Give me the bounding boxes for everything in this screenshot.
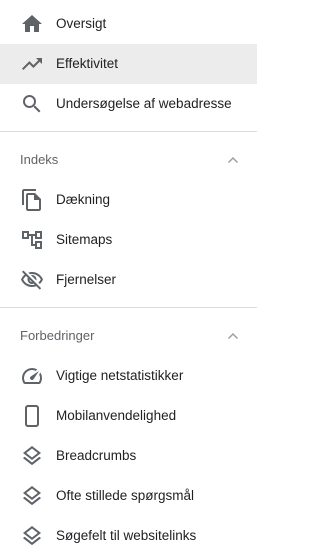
chevron-up-icon[interactable] — [225, 152, 241, 168]
divider — [0, 307, 257, 308]
nav-item-label: Undersøgelse af webadresse — [56, 96, 232, 111]
search-icon — [20, 92, 44, 116]
divider — [0, 131, 257, 132]
nav-item-label: Fjernelser — [56, 272, 117, 287]
nav-item-vigtige-netstatistikker[interactable]: Vigtige netstatistikker — [0, 356, 257, 396]
nav-item-label: Sitemaps — [56, 232, 113, 247]
nav-item-daekning[interactable]: Dækning — [0, 180, 257, 220]
layers-icon — [20, 444, 44, 468]
section-title: Indeks — [20, 152, 59, 167]
nav-item-fjernelser[interactable]: Fjernelser — [0, 260, 257, 300]
section-header-indeks[interactable]: Indeks — [0, 140, 257, 180]
nav-item-label: Ofte stillede spørgsmål — [56, 488, 195, 503]
nav-item-undersogelse[interactable]: Undersøgelse af webadresse — [0, 84, 257, 124]
nav-item-label: Vigtige netstatistikker — [56, 368, 184, 383]
nav-item-label: Oversigt — [56, 16, 107, 31]
nav-item-sogefelt-til-websitelinks[interactable]: Søgefelt til websitelinks — [0, 516, 257, 556]
phone-icon — [20, 404, 44, 428]
nav-item-oversigt[interactable]: Oversigt — [0, 4, 257, 44]
nav-item-label: Effektivitet — [56, 56, 119, 71]
sidebar-navigation: Oversigt Effektivitet Undersøgelse af we… — [0, 0, 257, 560]
eye-off-icon — [20, 268, 44, 292]
nav-item-label: Søgefelt til websitelinks — [56, 528, 197, 543]
copy-pages-icon — [20, 188, 44, 212]
trending-up-icon — [20, 52, 44, 76]
layers-icon — [20, 484, 44, 508]
nav-item-breadcrumbs[interactable]: Breadcrumbs — [0, 436, 257, 476]
nav-item-mobilanvendelighed[interactable]: Mobilanvendelighed — [0, 396, 257, 436]
chevron-up-icon[interactable] — [225, 328, 241, 344]
nav-item-ofte-stillede-sporgsmal[interactable]: Ofte stillede spørgsmål — [0, 476, 257, 516]
layers-icon — [20, 524, 44, 548]
sitemap-icon — [20, 228, 44, 252]
nav-item-label: Mobilanvendelighed — [56, 408, 177, 423]
section-header-forbedringer[interactable]: Forbedringer — [0, 316, 257, 356]
speedometer-icon — [20, 364, 44, 388]
nav-item-sitemaps[interactable]: Sitemaps — [0, 220, 257, 260]
nav-item-effektivitet[interactable]: Effektivitet — [0, 44, 257, 84]
nav-item-label: Dækning — [56, 192, 111, 207]
home-icon — [20, 12, 44, 36]
nav-item-label: Breadcrumbs — [56, 448, 137, 463]
section-title: Forbedringer — [20, 328, 95, 343]
